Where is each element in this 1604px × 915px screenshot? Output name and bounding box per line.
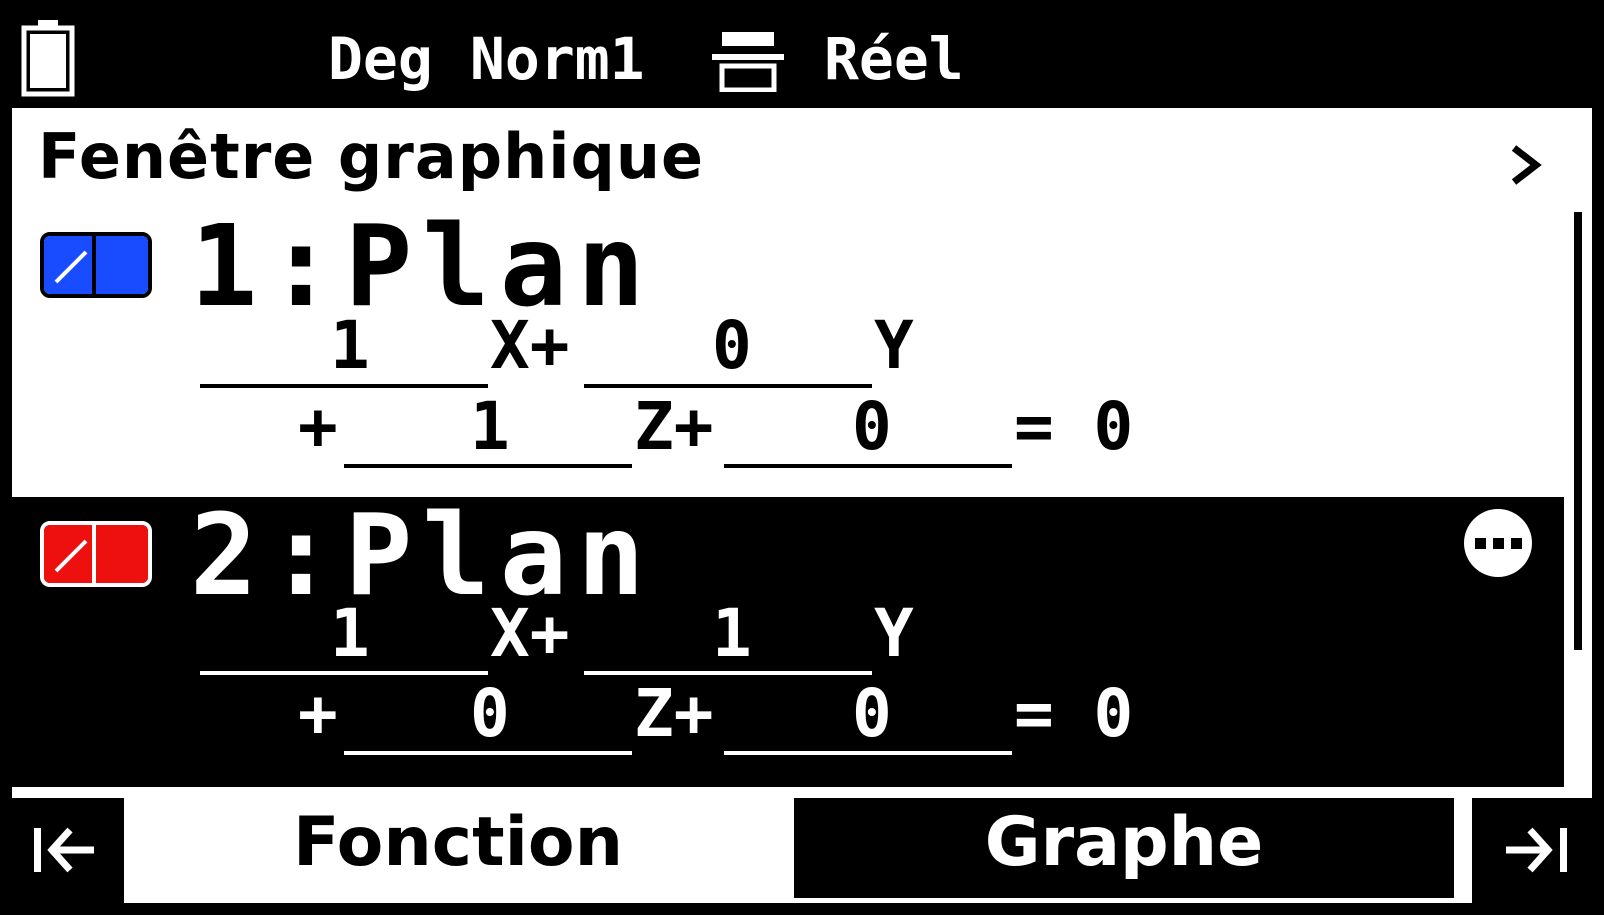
tab-fonction[interactable]: Fonction	[126, 798, 790, 898]
go-last-icon	[1506, 827, 1567, 873]
var-z: Z+	[634, 675, 714, 752]
coef-z[interactable]: 0	[470, 679, 510, 749]
var-y: Y	[874, 595, 914, 672]
calculator-screen: Deg Norm1 Réel Fenêtre graphique 1:Plan …	[0, 0, 1604, 915]
var-z: Z+	[634, 388, 714, 465]
coef-z[interactable]: 1	[470, 392, 510, 462]
var-y: Y	[874, 307, 914, 384]
complex-mode: Réel	[824, 25, 964, 93]
equals-zero: = 0	[1014, 388, 1134, 465]
equals-zero: = 0	[1014, 675, 1134, 752]
coef-const[interactable]: 0	[852, 392, 892, 462]
input-underline	[200, 671, 488, 675]
plus-sign: +	[298, 675, 338, 752]
list-item[interactable]: 1:Plan 1 X+ 0 Y + 1 Z+ 0 = 0	[12, 208, 1564, 498]
swatch-fill	[92, 236, 148, 294]
go-first-icon	[34, 827, 94, 873]
coef-x[interactable]: 1	[330, 311, 370, 381]
chevron-right-icon[interactable]	[1508, 144, 1542, 186]
status-bar: Deg Norm1 Réel	[12, 10, 1592, 108]
input-underline	[584, 384, 872, 388]
tab-bar: Fonction Graphe	[12, 798, 1592, 903]
input-underline	[344, 751, 632, 755]
var-x: X+	[490, 307, 570, 384]
equation-title: 1:Plan	[190, 202, 655, 332]
line-style-icon	[54, 539, 88, 573]
battery-icon	[21, 20, 75, 97]
var-x: X+	[490, 595, 570, 672]
header[interactable]: Fenêtre graphique	[12, 108, 1592, 208]
list-item-selected[interactable]: 2:Plan 1 X+ 1 Y + 0 Z+ 0 = 0	[12, 497, 1564, 787]
input-underline	[584, 671, 872, 675]
angle-unit: Deg	[328, 25, 433, 93]
decimal-format-icon	[712, 32, 784, 92]
more-options-icon[interactable]	[1462, 507, 1534, 579]
coef-y[interactable]: 1	[712, 599, 752, 669]
display-format: Norm1	[470, 25, 645, 93]
line-style-icon	[54, 250, 88, 284]
tab-graphe[interactable]: Graphe	[794, 798, 1454, 898]
scrollbar[interactable]	[1574, 212, 1582, 650]
input-underline	[724, 751, 1012, 755]
input-underline	[344, 464, 632, 468]
color-swatch[interactable]	[40, 232, 152, 298]
input-underline	[724, 464, 1012, 468]
coef-const[interactable]: 0	[852, 679, 892, 749]
go-last-button[interactable]	[1472, 798, 1592, 903]
coef-x[interactable]: 1	[330, 599, 370, 669]
go-first-button[interactable]	[12, 798, 124, 903]
swatch-fill	[92, 525, 148, 583]
color-swatch[interactable]	[40, 521, 152, 587]
coef-y[interactable]: 0	[712, 311, 752, 381]
input-underline	[200, 384, 488, 388]
equation-title: 2:Plan	[190, 491, 655, 621]
window-title: Fenêtre graphique	[38, 120, 705, 193]
plus-sign: +	[298, 388, 338, 465]
